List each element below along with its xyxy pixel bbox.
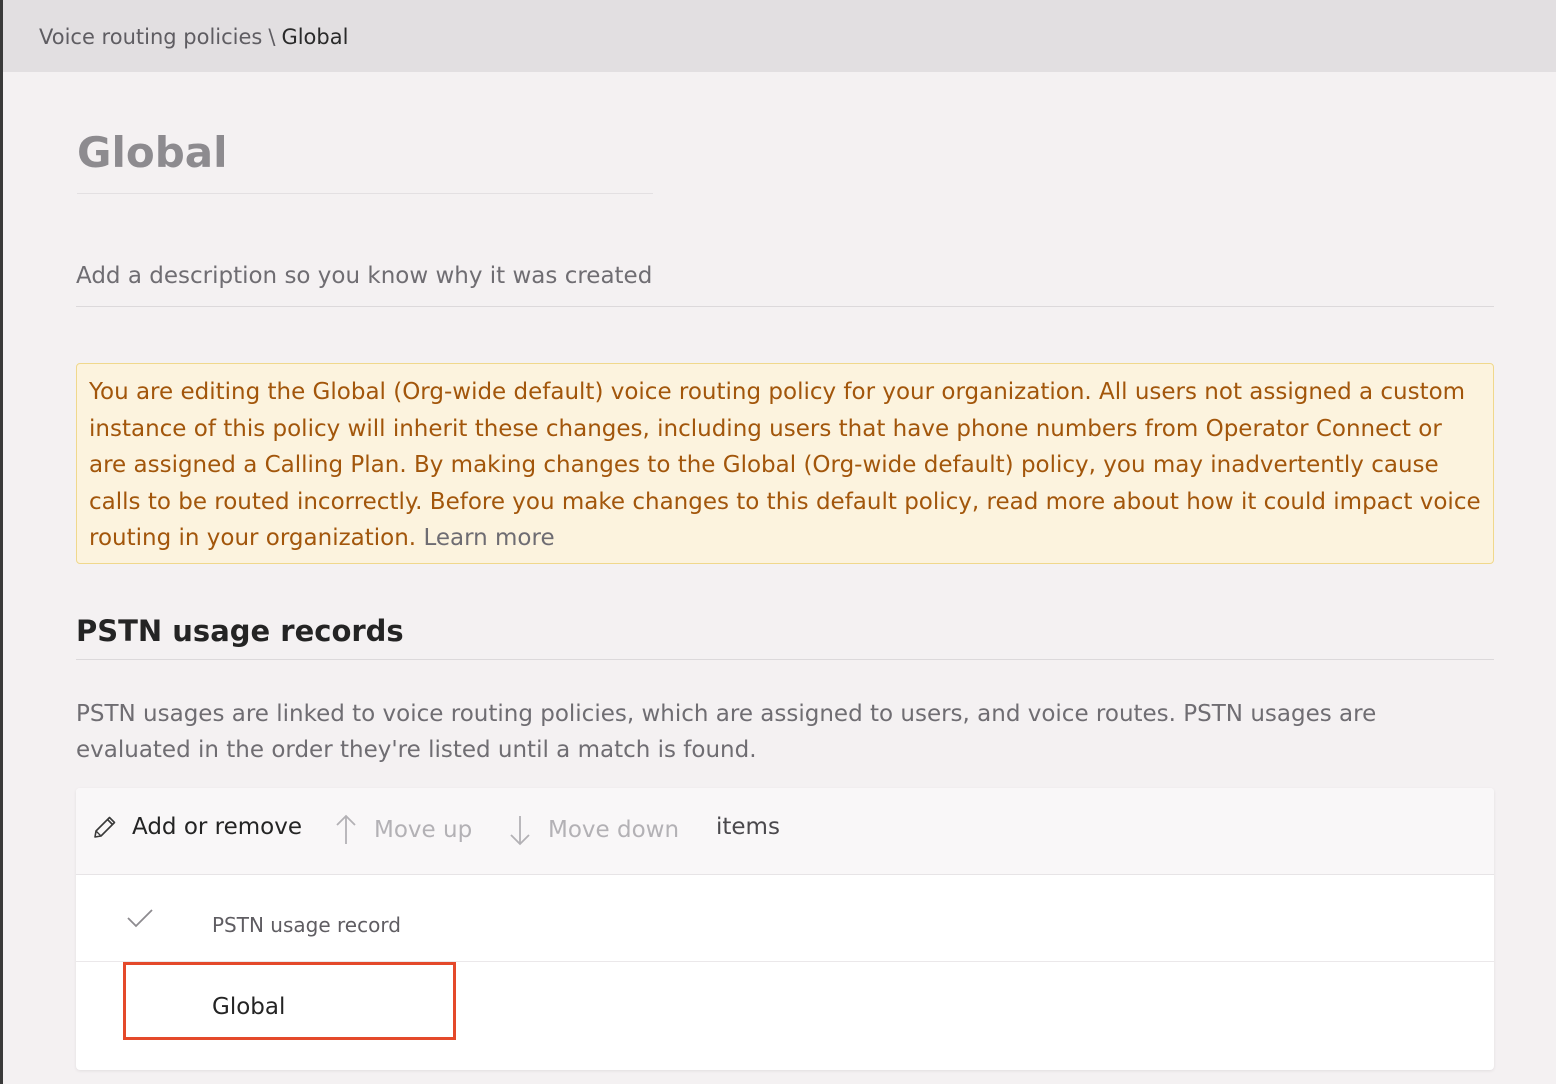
table-row[interactable]: Global	[76, 962, 1494, 1052]
pencil-icon	[92, 814, 118, 840]
move-down-label: Move down	[548, 817, 680, 843]
breadcrumb-parent-link[interactable]: Voice routing policies	[39, 25, 262, 49]
section-divider	[76, 659, 1494, 660]
items-label: items	[716, 814, 780, 840]
breadcrumb-current: Global	[281, 25, 349, 49]
add-or-remove-label: Add or remove	[132, 814, 303, 840]
column-header-pstn-usage-record[interactable]: PSTN usage record	[212, 913, 401, 937]
section-title: PSTN usage records	[76, 614, 404, 648]
arrow-up-icon	[334, 814, 358, 846]
highlight-box	[123, 962, 456, 1040]
section-description: PSTN usages are linked to voice routing …	[76, 701, 1377, 763]
move-up-button[interactable]: Move up	[334, 814, 472, 846]
move-down-button[interactable]: Move down	[508, 814, 679, 846]
move-up-label: Move up	[374, 817, 473, 843]
description-field[interactable]: Add a description so you know why it was…	[76, 263, 652, 289]
page: Voice routing policies \ Global Global Add…	[0, 0, 1556, 1084]
title-divider	[77, 193, 653, 194]
arrow-down-icon	[508, 814, 532, 846]
toolbar: Add or remove Move up Move down items	[76, 788, 1494, 875]
breadcrumb: Voice routing policies \ Global	[39, 25, 348, 49]
table-header-row: PSTN usage record	[76, 875, 1494, 962]
add-or-remove-button[interactable]: Add or remove	[92, 814, 302, 840]
checkmark-icon[interactable]	[126, 907, 154, 933]
description-divider	[76, 306, 1494, 307]
breadcrumb-separator: \	[268, 25, 276, 49]
policy-title: Global	[77, 128, 228, 177]
pstn-records-panel: Add or remove Move up Move down items PS…	[76, 788, 1494, 1070]
pstn-record-cell: Global	[212, 994, 286, 1020]
top-bar: Voice routing policies \ Global	[3, 0, 1556, 72]
warning-text: You are editing the Global (Org-wide def…	[89, 379, 1481, 551]
learn-more-link[interactable]: Learn more	[423, 525, 554, 551]
warning-banner: You are editing the Global (Org-wide def…	[76, 363, 1494, 564]
